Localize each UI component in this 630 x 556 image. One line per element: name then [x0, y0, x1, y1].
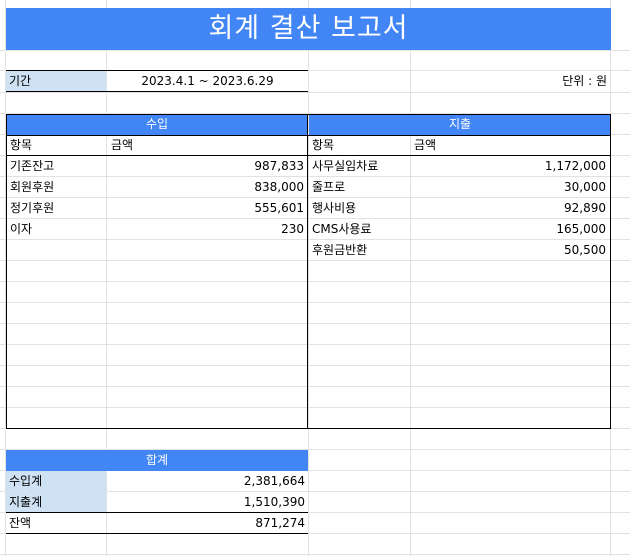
report-title: 회계 결산 보고서 — [6, 8, 611, 50]
unit-label: 단위 : 원 — [562, 74, 607, 88]
expense-col-item[interactable]: 항목 — [312, 135, 407, 155]
table-row[interactable]: 줄프로 30,000 — [308, 177, 610, 198]
expense-item: 사무실임차료 — [312, 159, 379, 173]
period-label: 기간 — [9, 74, 32, 88]
table-row[interactable]: 행사비용 92,890 — [308, 198, 610, 219]
expense-amount: 30,000 — [564, 180, 606, 194]
expense-amount: 165,000 — [556, 222, 606, 236]
table-row[interactable]: CMS사용료 165,000 — [308, 219, 610, 240]
income-item: 정기후원 — [10, 201, 55, 215]
table-row[interactable]: 정기후원 555,601 — [6, 198, 307, 219]
expense-header[interactable]: 지출 — [309, 114, 611, 135]
income-col-amount[interactable]: 금액 — [111, 135, 301, 155]
balance-value-cell[interactable]: 871,274 — [107, 513, 305, 534]
period-value: 2023.4.1 ~ 2023.6.29 — [141, 74, 274, 88]
period-value-cell[interactable]: 2023.4.1 ~ 2023.6.29 — [107, 71, 308, 92]
total-expense-value: 1,510,390 — [243, 495, 305, 509]
period-label-cell[interactable]: 기간 — [6, 71, 106, 92]
balance-label: 잔액 — [9, 516, 32, 530]
total-income-value: 2,381,664 — [243, 474, 305, 488]
expense-amount: 50,500 — [564, 243, 606, 257]
balance-label-cell[interactable]: 잔액 — [6, 513, 106, 534]
expense-col-amount[interactable]: 금액 — [414, 135, 604, 155]
table-row[interactable]: 이자 230 — [6, 219, 307, 240]
table-row[interactable]: 회원후원 838,000 — [6, 177, 307, 198]
income-header[interactable]: 수입 — [6, 114, 308, 135]
total-income-value-cell[interactable]: 2,381,664 — [107, 471, 305, 492]
expense-amount: 92,890 — [564, 201, 606, 215]
income-col-item[interactable]: 항목 — [10, 135, 105, 155]
income-amount: 987,833 — [254, 159, 304, 173]
total-expense-value-cell[interactable]: 1,510,390 — [107, 492, 305, 513]
income-amount: 230 — [281, 222, 304, 236]
expense-item: 후원금반환 — [312, 243, 368, 257]
total-income-label: 수입계 — [9, 474, 43, 488]
income-item: 기존잔고 — [10, 159, 55, 173]
table-row[interactable]: 후원금반환 50,500 — [308, 240, 610, 261]
income-amount: 838,000 — [254, 180, 304, 194]
total-income-label-cell[interactable]: 수입계 — [6, 471, 106, 492]
total-header[interactable]: 합계 — [6, 450, 308, 471]
income-item: 회원후원 — [10, 180, 55, 194]
expense-item: 행사비용 — [312, 201, 357, 215]
income-item: 이자 — [10, 222, 33, 236]
income-amount: 555,601 — [254, 201, 304, 215]
expense-item: CMS사용료 — [312, 222, 372, 236]
total-expense-label: 지출계 — [9, 495, 43, 509]
unit-cell[interactable]: 단위 : 원 — [411, 71, 607, 92]
table-row[interactable]: 기존잔고 987,833 — [6, 156, 307, 177]
expense-amount: 1,172,000 — [544, 159, 606, 173]
balance-value: 871,274 — [255, 516, 305, 530]
total-expense-label-cell[interactable]: 지출계 — [6, 492, 106, 513]
table-row[interactable]: 사무실임차료 1,172,000 — [308, 156, 610, 177]
expense-item: 줄프로 — [312, 180, 346, 194]
